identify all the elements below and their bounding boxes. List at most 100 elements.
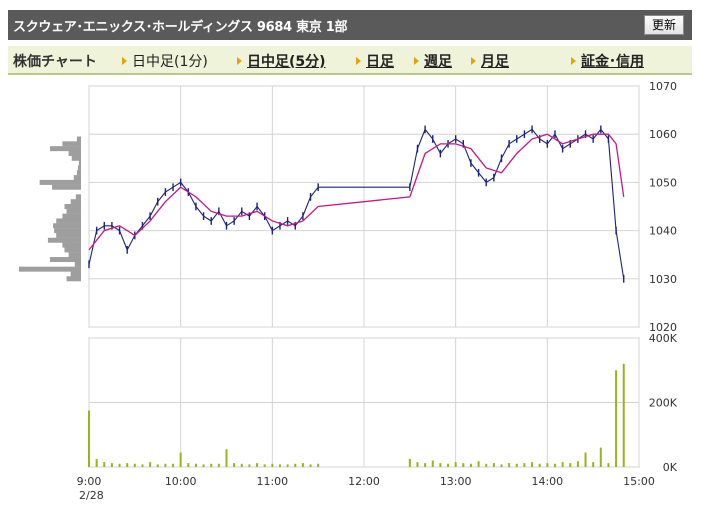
y-tick-label: 1060 [649,128,677,141]
volume-bar [622,363,625,467]
volume-bar [233,463,236,467]
volume-bar [248,464,251,467]
volume-profile-bar [52,184,81,190]
volume-bar [118,463,121,467]
volume-profile-bar [76,170,81,176]
volume-bar [187,463,190,467]
volume-profile-bar [73,175,81,181]
volume-tick-label: 400K [649,332,678,345]
y-tick-label: 1040 [649,225,677,238]
x-tick-label: 9:00 [77,475,102,488]
volume-profile-bar [74,261,81,267]
volume-bar [416,462,419,467]
volume-bar [454,462,457,467]
volume-bar [202,464,205,467]
volume-bar [95,458,98,467]
volume-bar [156,464,159,467]
volume-bar [599,447,602,467]
volume-bar [546,463,549,467]
stock-chart: 9:00 10:00 11:00 12:00 13:00 14:00 15:00 2/28 10… [19,80,678,502]
volume-profile-bar [62,242,81,248]
x-tick-label: 10:00 [165,475,197,488]
date-label: 2/28 [79,489,104,502]
volume-bar [172,463,175,467]
volume-profile-bar [78,160,81,166]
volume-tick-label: 0K [663,461,678,474]
volume-bar [523,463,526,467]
volume-profile-bar [47,237,81,243]
volume-profile-bar [68,150,81,156]
volume-bar [469,463,472,467]
volume-bar [592,462,595,467]
y-tick-label: 1070 [649,80,677,93]
volume-bar [309,464,312,467]
volume-bar [141,464,144,467]
volume-profile-bar [54,228,81,234]
volume-profile-bar [75,194,81,200]
x-tick-label: 15:00 [623,475,655,488]
volume-profile-bar [56,232,81,238]
volume-profile-bar [64,247,81,253]
volume-bar [538,463,541,467]
x-tick-label: 14:00 [531,475,563,488]
volume-bar [508,463,511,467]
volume-bar [164,463,167,467]
volume-bar [569,463,572,467]
y-tick-label: 1050 [649,176,677,189]
volume-profile-bar [64,204,81,209]
volume-bar [294,463,297,467]
x-tick-label: 12:00 [348,475,380,488]
volume-bar [439,463,442,467]
volume-bar [286,464,289,467]
volume-profile-bar [76,136,81,142]
volume-bar [210,463,213,467]
volume-bar [103,462,106,467]
x-tick-label: 11:00 [256,475,288,488]
volume-profile-bar [62,213,81,219]
volume-bar [317,463,320,467]
volume-profile-bar [62,141,81,147]
y-tick-label: 1030 [649,273,677,286]
volume-bar [424,463,427,467]
volume-bar [301,463,304,467]
volume-bar [584,452,587,467]
volume-profile-bar [77,165,81,171]
volume-bar [110,463,113,467]
volume-bar [477,461,480,467]
volume-bar [447,463,450,467]
volume-profile-bar [56,218,81,224]
volume-bar [485,463,488,467]
volume-bar [576,461,579,467]
volume-profile-bar [19,266,81,272]
volume-bar [271,463,274,467]
volume-profile-bar [71,155,81,161]
volume-tick-label: 200K [649,397,678,410]
volume-bar [515,463,518,467]
volume-profile-bar [50,257,81,263]
volume-profile-bar [66,276,81,282]
volume-bar [553,463,556,467]
volume-bar [492,463,495,467]
volume-bar [194,463,197,467]
volume-bar [431,460,434,467]
volume-bar [531,462,534,467]
volume-bar [278,464,281,467]
volume-bar [408,458,411,467]
volume-bar [149,462,152,467]
x-tick-label: 13:00 [440,475,472,488]
volume-bar [179,452,182,467]
volume-profile-bar [68,252,81,258]
volume-bar [126,463,129,467]
volume-bar [88,410,90,467]
volume-bar [500,464,503,467]
volume-profile-bar [39,179,81,185]
volume-profile-bar [53,223,81,229]
volume-bar [225,449,228,467]
volume-profile-bar [50,146,81,152]
volume-bar [607,463,610,467]
volume-profile-bar [66,208,81,214]
volume-bar [256,463,259,467]
volume-bar [561,462,564,467]
volume-bar [217,463,220,467]
volume-bar [240,463,243,467]
